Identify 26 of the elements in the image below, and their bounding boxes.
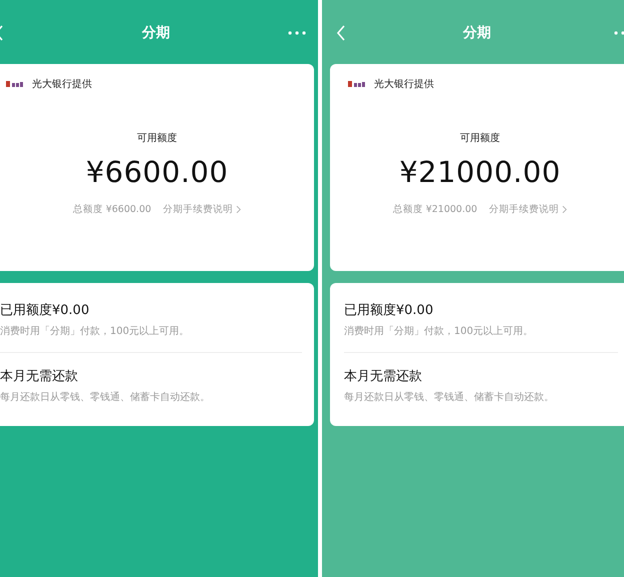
provider-text: 光大银行提供 xyxy=(374,78,434,91)
back-icon[interactable] xyxy=(336,24,346,42)
chevron-icon xyxy=(562,205,568,214)
info-title: 已用额度¥0.00 xyxy=(0,302,90,319)
total-credit-text: 总额度 ¥6600.00 xyxy=(72,203,152,216)
total-credit-text: 总额度 ¥21000.00 xyxy=(392,203,478,216)
info-description: 每月还款日从零钱、零钱通、储蓄卡自动还款。 xyxy=(0,390,211,404)
fee-info-link[interactable]: 分期手续费说明 xyxy=(163,203,242,216)
chevron-icon xyxy=(236,205,242,214)
available-amount: ¥21000.00 xyxy=(399,155,561,189)
page-title: 分期 xyxy=(142,24,170,42)
available-label: 可用额度 xyxy=(137,132,177,145)
info-title: 本月无需还款 xyxy=(344,368,423,385)
bank-logo-icon xyxy=(6,81,24,87)
bank-logo-icon xyxy=(348,81,366,87)
info-description: 每月还款日从零钱、零钱通、储蓄卡自动还款。 xyxy=(344,390,555,404)
fee-info-link[interactable]: 分期手续费说明 xyxy=(489,203,568,216)
available-label: 可用额度 xyxy=(460,132,500,145)
info-description: 消费时用「分期」付款，100元以上可用。 xyxy=(344,324,534,338)
available-amount: ¥6600.00 xyxy=(86,155,228,189)
info-title: 已用额度¥0.00 xyxy=(344,302,434,319)
more-icon[interactable] xyxy=(288,31,306,35)
provider-text: 光大银行提供 xyxy=(32,78,92,91)
info-description: 消费时用「分期」付款，100元以上可用。 xyxy=(0,324,190,338)
info-title: 本月无需还款 xyxy=(0,368,79,385)
page-title: 分期 xyxy=(463,24,491,42)
